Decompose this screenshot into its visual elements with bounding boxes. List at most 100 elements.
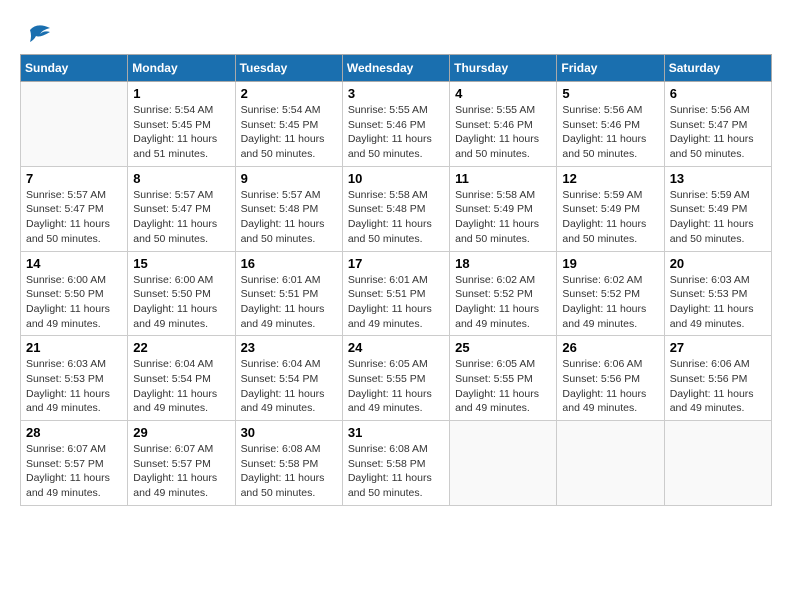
day-number: 6 — [670, 86, 766, 101]
calendar-day-cell: 31 Sunrise: 6:08 AM Sunset: 5:58 PM Dayli… — [342, 421, 449, 506]
day-number: 13 — [670, 171, 766, 186]
day-number: 27 — [670, 340, 766, 355]
weekday-header-row: SundayMondayTuesdayWednesdayThursdayFrid… — [21, 55, 772, 82]
weekday-header-cell: Sunday — [21, 55, 128, 82]
calendar-week-row: 14 Sunrise: 6:00 AM Sunset: 5:50 PM Dayli… — [21, 251, 772, 336]
calendar-day-cell: 4 Sunrise: 5:55 AM Sunset: 5:46 PM Daylig… — [450, 82, 557, 167]
weekday-header-cell: Friday — [557, 55, 664, 82]
calendar-day-cell: 27Sunrise: 6:06 AM Sunset: 5:56 PM Dayli… — [664, 336, 771, 421]
day-info: Sunrise: 5:54 AM Sunset: 5:45 PM Dayligh… — [133, 103, 229, 162]
day-info: Sunrise: 6:01 AM Sunset: 5:51 PM Dayligh… — [241, 273, 337, 332]
calendar-week-row: 28 Sunrise: 6:07 AM Sunset: 5:57 PM Dayli… — [21, 421, 772, 506]
day-info: Sunrise: 6:04 AM Sunset: 5:54 PM Dayligh… — [241, 357, 337, 416]
weekday-header-cell: Saturday — [664, 55, 771, 82]
day-number: 25 — [455, 340, 551, 355]
day-number: 18 — [455, 256, 551, 271]
calendar-day-cell: 26 Sunrise: 6:06 AM Sunset: 5:56 PM Dayli… — [557, 336, 664, 421]
day-number: 31 — [348, 425, 444, 440]
day-info: Sunrise: 5:58 AM Sunset: 5:48 PM Dayligh… — [348, 188, 444, 247]
logo — [20, 20, 52, 44]
page-header — [20, 20, 772, 44]
day-number: 15 — [133, 256, 229, 271]
day-info: Sunrise: 5:57 AM Sunset: 5:48 PM Dayligh… — [241, 188, 337, 247]
day-number: 20 — [670, 256, 766, 271]
calendar-table: SundayMondayTuesdayWednesdayThursdayFrid… — [20, 54, 772, 506]
day-number: 19 — [562, 256, 658, 271]
day-info: Sunrise: 5:59 AM Sunset: 5:49 PM Dayligh… — [670, 188, 766, 247]
calendar-day-cell: 23 Sunrise: 6:04 AM Sunset: 5:54 PM Dayli… — [235, 336, 342, 421]
day-number: 5 — [562, 86, 658, 101]
calendar-day-cell: 1Sunrise: 5:54 AM Sunset: 5:45 PM Daylig… — [128, 82, 235, 167]
day-info: Sunrise: 6:07 AM Sunset: 5:57 PM Dayligh… — [26, 442, 122, 501]
day-number: 8 — [133, 171, 229, 186]
day-number: 9 — [241, 171, 337, 186]
calendar-day-cell: 24 Sunrise: 6:05 AM Sunset: 5:55 PM Dayli… — [342, 336, 449, 421]
day-info: Sunrise: 5:58 AM Sunset: 5:49 PM Dayligh… — [455, 188, 551, 247]
calendar-day-cell: 19Sunrise: 6:02 AM Sunset: 5:52 PM Dayli… — [557, 251, 664, 336]
day-info: Sunrise: 5:59 AM Sunset: 5:49 PM Dayligh… — [562, 188, 658, 247]
calendar-day-cell: 14Sunrise: 6:00 AM Sunset: 5:50 PM Dayli… — [21, 251, 128, 336]
calendar-day-cell — [664, 421, 771, 506]
calendar-day-cell: 18 Sunrise: 6:02 AM Sunset: 5:52 PM Dayli… — [450, 251, 557, 336]
calendar-day-cell: 17 Sunrise: 6:01 AM Sunset: 5:51 PM Dayli… — [342, 251, 449, 336]
day-info: Sunrise: 5:54 AM Sunset: 5:45 PM Dayligh… — [241, 103, 337, 162]
calendar-day-cell: 16 Sunrise: 6:01 AM Sunset: 5:51 PM Dayli… — [235, 251, 342, 336]
weekday-header-cell: Wednesday — [342, 55, 449, 82]
weekday-header-cell: Thursday — [450, 55, 557, 82]
day-info: Sunrise: 6:02 AM Sunset: 5:52 PM Dayligh… — [455, 273, 551, 332]
day-info: Sunrise: 6:07 AM Sunset: 5:57 PM Dayligh… — [133, 442, 229, 501]
day-number: 4 — [455, 86, 551, 101]
day-number: 7 — [26, 171, 122, 186]
calendar-day-cell: 15 Sunrise: 6:00 AM Sunset: 5:50 PM Dayli… — [128, 251, 235, 336]
day-info: Sunrise: 6:03 AM Sunset: 5:53 PM Dayligh… — [670, 273, 766, 332]
calendar-day-cell — [450, 421, 557, 506]
calendar-day-cell: 20 Sunrise: 6:03 AM Sunset: 5:53 PM Dayli… — [664, 251, 771, 336]
calendar-day-cell: 13 Sunrise: 5:59 AM Sunset: 5:49 PM Dayli… — [664, 166, 771, 251]
day-number: 14 — [26, 256, 122, 271]
day-info: Sunrise: 6:06 AM Sunset: 5:56 PM Dayligh… — [562, 357, 658, 416]
calendar-body: 1Sunrise: 5:54 AM Sunset: 5:45 PM Daylig… — [21, 82, 772, 506]
day-info: Sunrise: 6:05 AM Sunset: 5:55 PM Dayligh… — [348, 357, 444, 416]
calendar-day-cell: 6 Sunrise: 5:56 AM Sunset: 5:47 PM Daylig… — [664, 82, 771, 167]
day-number: 26 — [562, 340, 658, 355]
day-number: 23 — [241, 340, 337, 355]
calendar-day-cell: 10Sunrise: 5:58 AM Sunset: 5:48 PM Dayli… — [342, 166, 449, 251]
calendar-week-row: 21 Sunrise: 6:03 AM Sunset: 5:53 PM Dayli… — [21, 336, 772, 421]
weekday-header-cell: Monday — [128, 55, 235, 82]
day-number: 16 — [241, 256, 337, 271]
calendar-week-row: 1Sunrise: 5:54 AM Sunset: 5:45 PM Daylig… — [21, 82, 772, 167]
day-number: 21 — [26, 340, 122, 355]
day-number: 17 — [348, 256, 444, 271]
day-info: Sunrise: 6:08 AM Sunset: 5:58 PM Dayligh… — [348, 442, 444, 501]
day-info: Sunrise: 5:55 AM Sunset: 5:46 PM Dayligh… — [348, 103, 444, 162]
calendar-day-cell: 2 Sunrise: 5:54 AM Sunset: 5:45 PM Daylig… — [235, 82, 342, 167]
day-info: Sunrise: 5:57 AM Sunset: 5:47 PM Dayligh… — [133, 188, 229, 247]
day-info: Sunrise: 5:56 AM Sunset: 5:47 PM Dayligh… — [670, 103, 766, 162]
day-info: Sunrise: 5:55 AM Sunset: 5:46 PM Dayligh… — [455, 103, 551, 162]
day-number: 30 — [241, 425, 337, 440]
day-number: 29 — [133, 425, 229, 440]
calendar-day-cell: 3 Sunrise: 5:55 AM Sunset: 5:46 PM Daylig… — [342, 82, 449, 167]
day-number: 11 — [455, 171, 551, 186]
day-info: Sunrise: 6:03 AM Sunset: 5:53 PM Dayligh… — [26, 357, 122, 416]
calendar-week-row: 7 Sunrise: 5:57 AM Sunset: 5:47 PM Daylig… — [21, 166, 772, 251]
day-number: 24 — [348, 340, 444, 355]
calendar-day-cell: 7 Sunrise: 5:57 AM Sunset: 5:47 PM Daylig… — [21, 166, 128, 251]
calendar-day-cell: 21 Sunrise: 6:03 AM Sunset: 5:53 PM Dayli… — [21, 336, 128, 421]
calendar-day-cell: 22Sunrise: 6:04 AM Sunset: 5:54 PM Dayli… — [128, 336, 235, 421]
calendar-day-cell: 30Sunrise: 6:08 AM Sunset: 5:58 PM Dayli… — [235, 421, 342, 506]
calendar-day-cell — [557, 421, 664, 506]
day-number: 12 — [562, 171, 658, 186]
day-number: 3 — [348, 86, 444, 101]
calendar-day-cell — [21, 82, 128, 167]
day-number: 28 — [26, 425, 122, 440]
logo-bird-icon — [22, 20, 52, 50]
day-number: 2 — [241, 86, 337, 101]
calendar-day-cell: 9 Sunrise: 5:57 AM Sunset: 5:48 PM Daylig… — [235, 166, 342, 251]
calendar-day-cell: 12 Sunrise: 5:59 AM Sunset: 5:49 PM Dayli… — [557, 166, 664, 251]
day-info: Sunrise: 6:00 AM Sunset: 5:50 PM Dayligh… — [133, 273, 229, 332]
calendar-day-cell: 11 Sunrise: 5:58 AM Sunset: 5:49 PM Dayli… — [450, 166, 557, 251]
calendar-day-cell: 5Sunrise: 5:56 AM Sunset: 5:46 PM Daylig… — [557, 82, 664, 167]
day-info: Sunrise: 6:01 AM Sunset: 5:51 PM Dayligh… — [348, 273, 444, 332]
day-info: Sunrise: 5:57 AM Sunset: 5:47 PM Dayligh… — [26, 188, 122, 247]
